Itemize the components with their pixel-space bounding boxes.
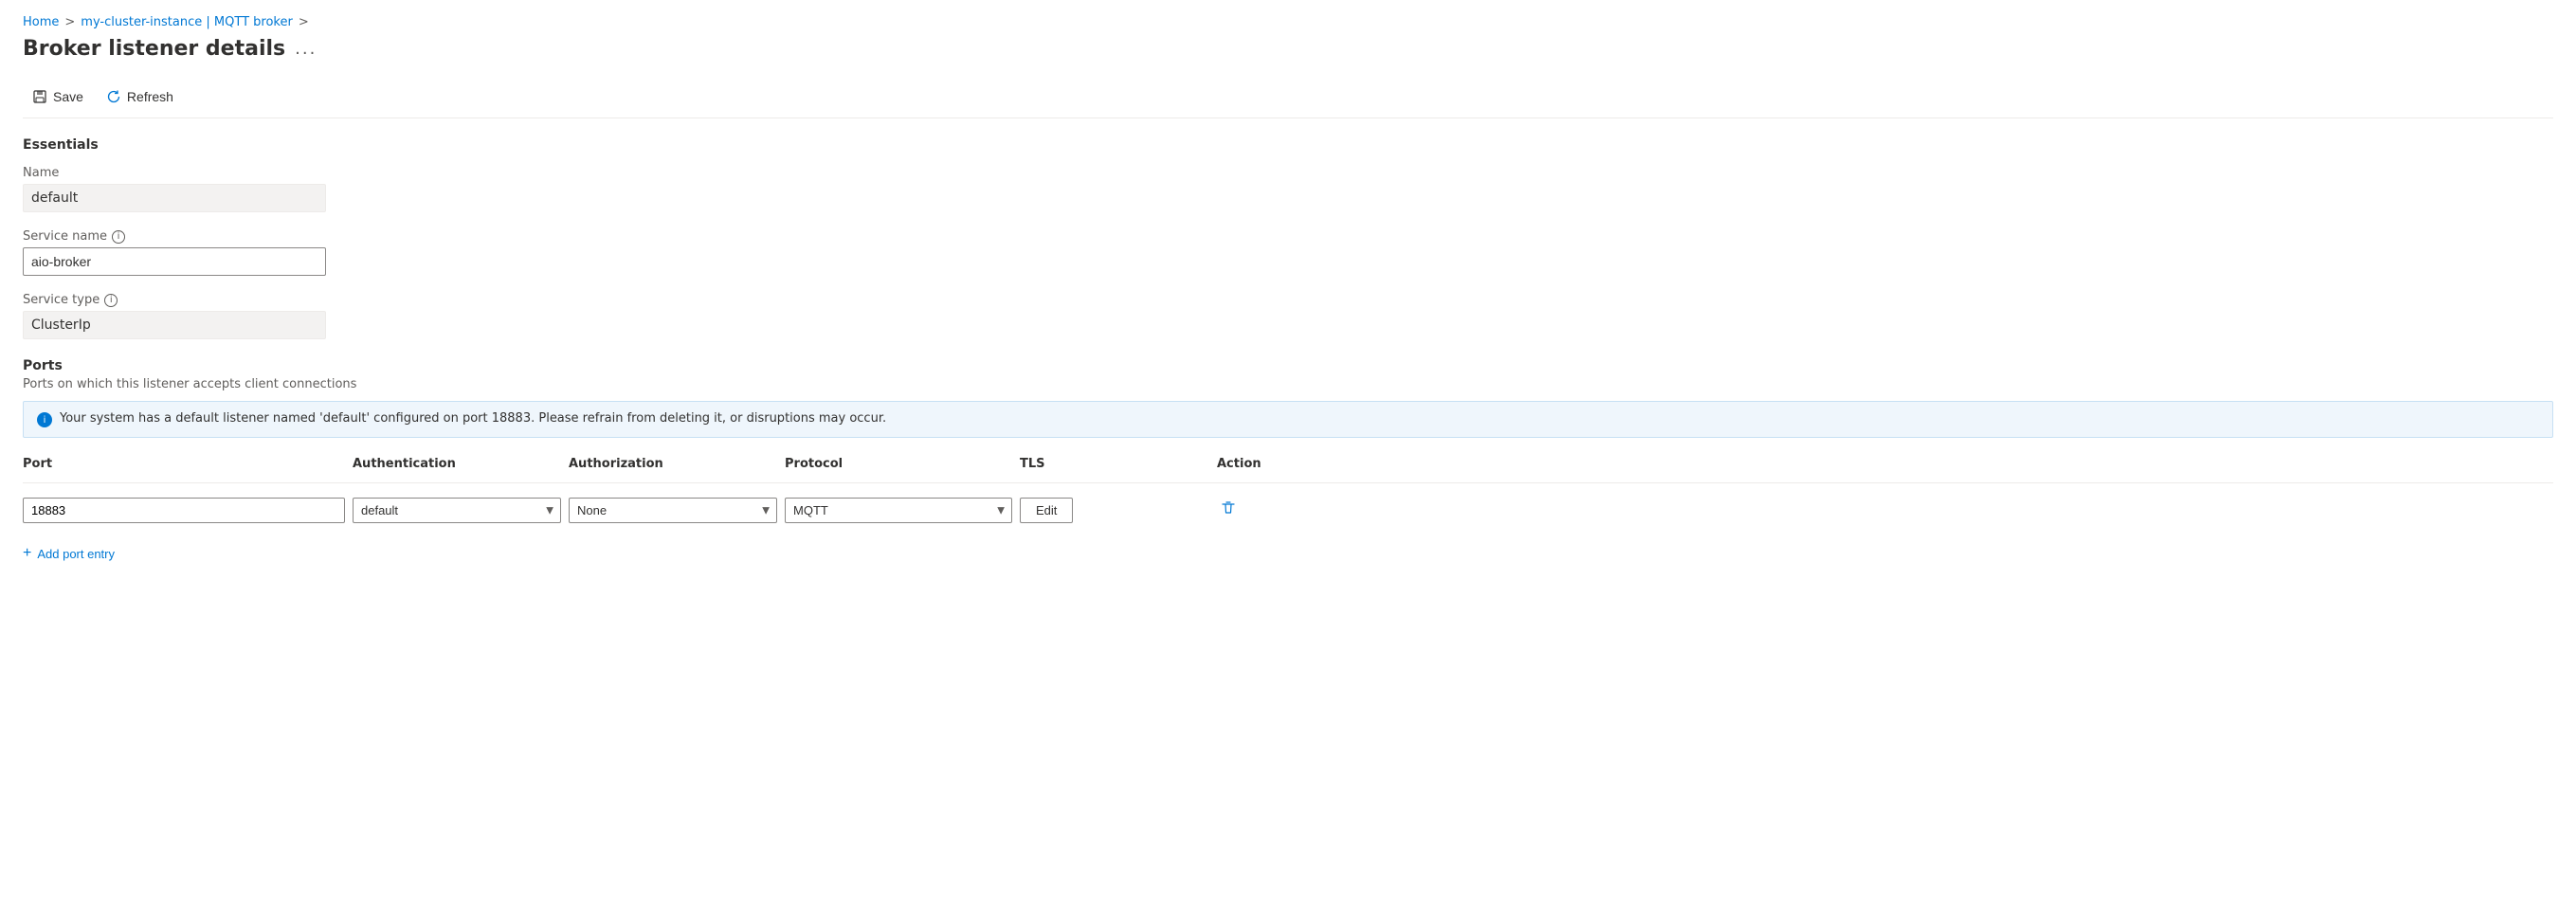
name-field-group: Name default — [23, 166, 2553, 212]
service-type-value: ClusterIp — [23, 311, 326, 339]
protocol-dropdown[interactable]: MQTT MQTTS — [785, 498, 1012, 523]
protocol-dropdown-wrapper: MQTT MQTTS ▼ — [785, 498, 1012, 523]
ports-table-header: Port Authentication Authorization Protoc… — [23, 453, 2553, 483]
page-title-row: Broker listener details ... — [23, 37, 2553, 61]
breadcrumb: Home > my-cluster-instance | MQTT broker… — [23, 15, 2553, 29]
info-banner-text: Your system has a default listener named… — [60, 411, 886, 426]
col-protocol: Protocol — [785, 453, 1012, 475]
service-name-input[interactable] — [23, 247, 326, 276]
delete-row-button[interactable] — [1217, 497, 1240, 524]
save-button[interactable]: Save — [23, 83, 93, 110]
tls-cell: Edit — [1020, 498, 1209, 523]
add-port-label: Add port entry — [37, 547, 115, 561]
col-action: Action — [1217, 453, 2553, 475]
authorization-dropdown-wrapper: None default ▼ — [569, 498, 777, 523]
more-options-icon[interactable]: ... — [295, 39, 317, 59]
port-input[interactable] — [23, 498, 345, 523]
breadcrumb-home[interactable]: Home — [23, 15, 59, 29]
col-authorization: Authorization — [569, 453, 777, 475]
col-port: Port — [23, 453, 345, 475]
col-tls: TLS — [1020, 453, 1209, 475]
page-title: Broker listener details — [23, 37, 285, 61]
add-port-button[interactable]: + Add port entry — [23, 537, 115, 570]
essentials-section: Essentials Name default Service name i S… — [23, 137, 2553, 339]
ports-subtitle: Ports on which this listener accepts cli… — [23, 377, 2553, 391]
tls-edit-button[interactable]: Edit — [1020, 498, 1073, 523]
service-name-field-group: Service name i — [23, 229, 2553, 276]
ports-table: Port Authentication Authorization Protoc… — [23, 453, 2553, 530]
service-name-info-icon: i — [112, 230, 125, 244]
authentication-dropdown[interactable]: default none — [353, 498, 561, 523]
action-cell — [1217, 497, 2553, 524]
breadcrumb-cluster[interactable]: my-cluster-instance | MQTT broker — [81, 15, 293, 29]
refresh-button[interactable]: Refresh — [97, 83, 183, 110]
service-type-label: Service type i — [23, 293, 2553, 307]
ports-section: Ports Ports on which this listener accep… — [23, 358, 2553, 570]
port-input-cell — [23, 498, 345, 523]
name-label: Name — [23, 166, 2553, 180]
info-banner: i Your system has a default listener nam… — [23, 401, 2553, 438]
essentials-section-title: Essentials — [23, 137, 2553, 153]
breadcrumb-sep2: > — [299, 15, 309, 29]
ports-section-title: Ports — [23, 358, 2553, 373]
service-type-info-icon: i — [104, 294, 118, 307]
save-icon — [32, 89, 47, 104]
service-name-label: Service name i — [23, 229, 2553, 244]
toolbar: Save Refresh — [23, 76, 2553, 118]
authorization-dropdown[interactable]: None default — [569, 498, 777, 523]
add-port-plus-icon: + — [23, 545, 31, 562]
service-type-field-group: Service type i ClusterIp — [23, 293, 2553, 339]
col-authentication: Authentication — [353, 453, 561, 475]
authentication-dropdown-wrapper: default none ▼ — [353, 498, 561, 523]
delete-icon — [1221, 500, 1236, 516]
breadcrumb-sep1: > — [64, 15, 75, 29]
info-banner-icon: i — [37, 412, 52, 427]
table-row: default none ▼ None default ▼ MQTT MQTTS… — [23, 491, 2553, 530]
refresh-label: Refresh — [127, 89, 173, 104]
save-label: Save — [53, 89, 83, 104]
name-value: default — [23, 184, 326, 212]
refresh-icon — [106, 89, 121, 104]
